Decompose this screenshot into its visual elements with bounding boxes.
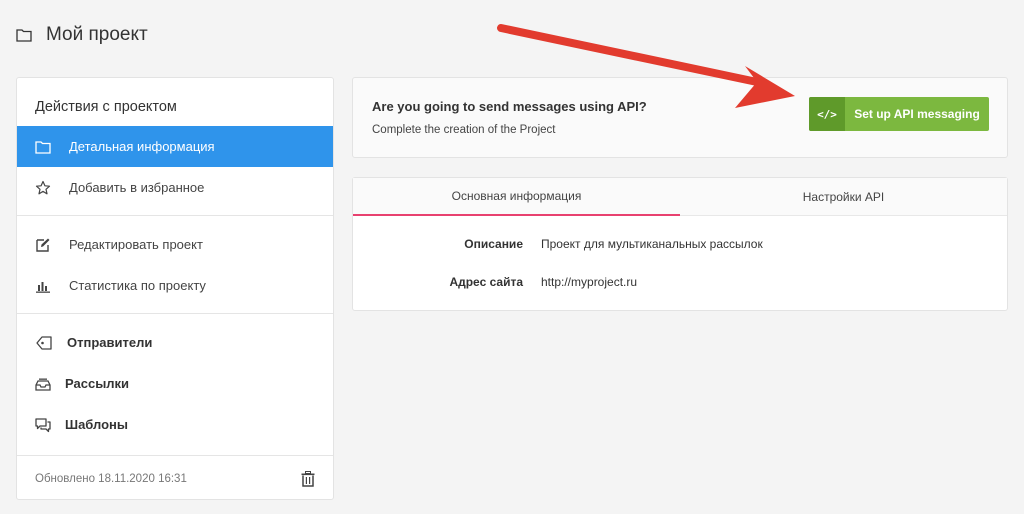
- sidebar-footer: Обновлено 18.11.2020 16:31: [17, 459, 333, 499]
- api-subtitle: Complete the creation of the Project: [372, 124, 556, 136]
- sidebar-item-templates[interactable]: Шаблоны: [17, 404, 333, 445]
- description-value: Проект для мультиканальных рассылок: [541, 237, 763, 251]
- api-question: Are you going to send messages using API…: [372, 99, 647, 114]
- updated-timestamp: Обновлено 18.11.2020 16:31: [35, 473, 187, 485]
- sidebar-divider: [17, 455, 333, 456]
- project-info-card: Основная информация Настройки API Описан…: [352, 177, 1008, 311]
- edit-icon: [36, 238, 50, 252]
- setup-api-button[interactable]: </> Set up API messaging: [809, 97, 989, 131]
- sidebar-divider: [17, 313, 333, 314]
- chat-icon: [35, 417, 51, 432]
- inbox-icon: [35, 378, 51, 391]
- sidebar-item-favorite[interactable]: Добавить в избранное: [17, 167, 333, 208]
- sidebar-heading: Действия с проектом: [35, 99, 177, 115]
- trash-icon[interactable]: [301, 471, 315, 487]
- description-label: Описание: [464, 237, 523, 251]
- sidebar-item-details[interactable]: Детальная информация: [17, 126, 333, 167]
- folder-icon: [16, 29, 32, 42]
- sidebar-item-label: Шаблоны: [65, 417, 128, 432]
- tag-icon: [36, 335, 52, 350]
- folder-icon: [35, 140, 51, 154]
- star-icon: [35, 180, 51, 194]
- sidebar-item-label: Редактировать проект: [69, 237, 203, 252]
- sidebar-item-label: Рассылки: [65, 376, 130, 391]
- sidebar-item-edit[interactable]: Редактировать проект: [17, 224, 333, 265]
- sidebar-item-stats[interactable]: Статистика по проекту: [17, 265, 333, 306]
- sidebar: Действия с проектом Детальная информация…: [16, 77, 334, 500]
- sidebar-divider: [17, 215, 333, 216]
- sidebar-item-mailings[interactable]: Рассылки: [17, 363, 333, 404]
- page-header: Мой проект: [16, 22, 148, 48]
- api-banner: Are you going to send messages using API…: [352, 77, 1008, 158]
- sidebar-item-label: Добавить в избранное: [69, 180, 205, 195]
- page-title: Мой проект: [46, 24, 148, 45]
- sidebar-item-label: Статистика по проекту: [69, 278, 206, 293]
- sidebar-item-label: Отправители: [67, 335, 153, 350]
- tab-main-info[interactable]: Основная информация: [353, 178, 680, 216]
- code-icon: </>: [809, 97, 845, 131]
- site-value: http://myproject.ru: [541, 275, 638, 289]
- site-label: Адрес сайта: [449, 275, 523, 289]
- setup-api-button-label: Set up API messaging: [854, 107, 980, 121]
- bar-chart-icon: [36, 281, 50, 293]
- tab-api-settings[interactable]: Настройки API: [680, 178, 1007, 216]
- sidebar-item-label: Детальная информация: [69, 139, 215, 154]
- tab-bar: Основная информация Настройки API: [353, 178, 1007, 216]
- sidebar-item-senders[interactable]: Отправители: [17, 322, 333, 363]
